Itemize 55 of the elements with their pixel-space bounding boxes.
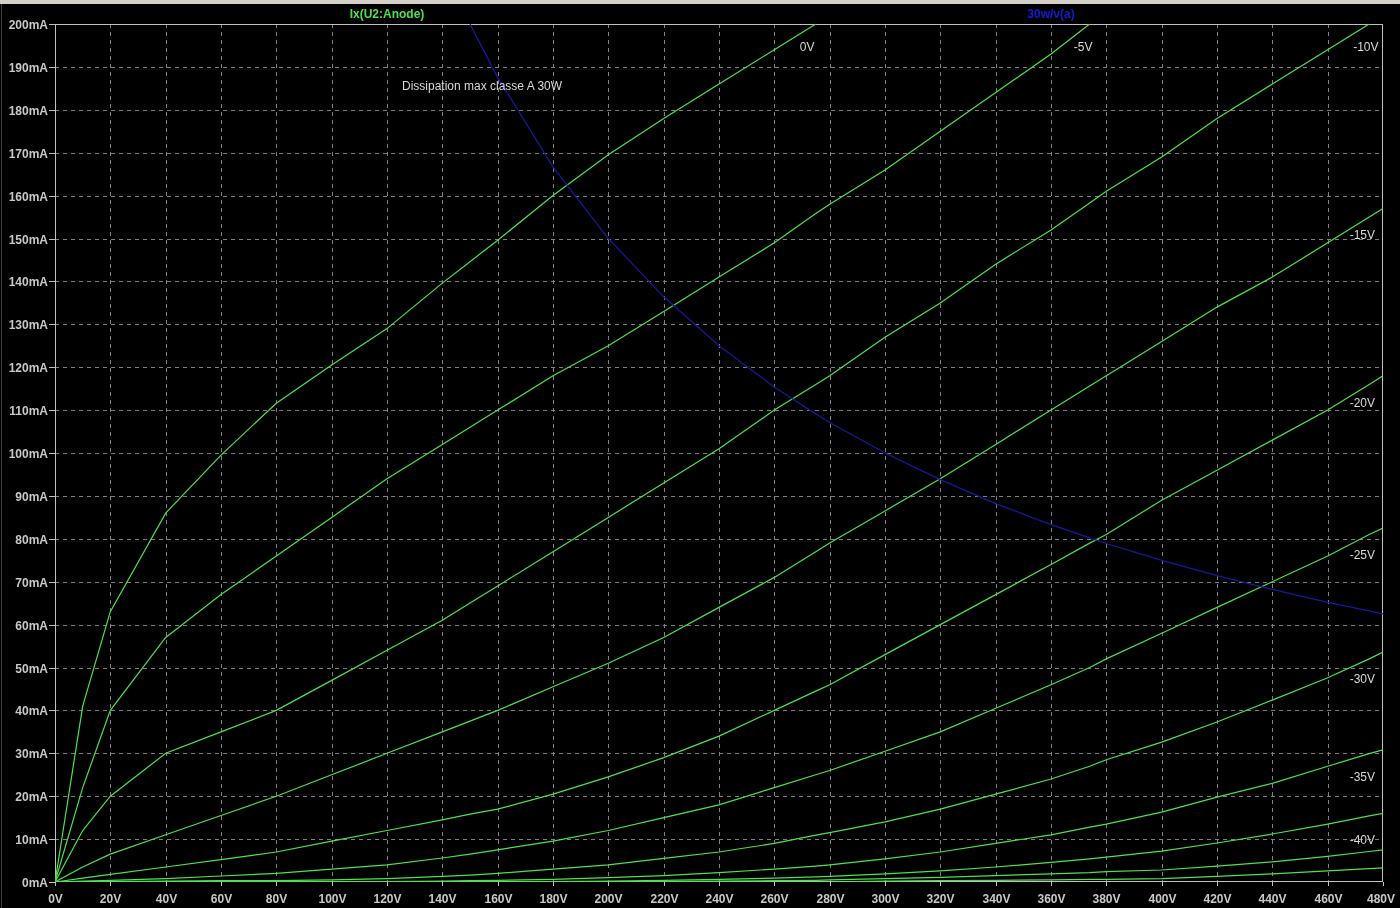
curve-label: -10V — [1353, 40, 1379, 54]
x-tick-label: 260V — [760, 892, 789, 906]
x-tick-label: 420V — [1203, 892, 1232, 906]
x-tick-label: 400V — [1148, 892, 1177, 906]
x-tick-label: 100V — [318, 892, 347, 906]
x-tick-label: 360V — [1037, 892, 1066, 906]
y-tick-label: 0mA — [22, 876, 48, 890]
x-tick-label: 200V — [594, 892, 623, 906]
curve-label: -20V — [1349, 395, 1375, 410]
curve-label: -30V — [1349, 672, 1375, 687]
y-tick-label: 150mA — [8, 233, 48, 247]
y-tick-label: 80mA — [15, 533, 48, 547]
curve-label: -40V — [1349, 833, 1375, 848]
x-tick-label: 460V — [1314, 892, 1343, 906]
curve-label: -25V — [1349, 548, 1375, 563]
y-tick-label: 100mA — [8, 447, 48, 461]
x-tick-label: 120V — [373, 892, 402, 906]
y-tick-label: 90mA — [15, 490, 48, 504]
y-tick-label: 60mA — [15, 619, 48, 633]
x-tick-label: 320V — [926, 892, 955, 906]
y-tick-label: 10mA — [15, 833, 48, 847]
y-tick-label: 180mA — [8, 104, 48, 118]
x-tick-label: 140V — [428, 892, 457, 906]
curve-label: -35V — [1349, 769, 1375, 784]
x-tick-label: 380V — [1092, 892, 1121, 906]
y-tick-label: 30mA — [15, 747, 48, 761]
y-tick-label: 110mA — [9, 404, 48, 418]
y-tick-label: 190mA — [8, 61, 48, 75]
x-tick-label: 240V — [705, 892, 734, 906]
y-tick-label: 160mA — [8, 190, 48, 204]
x-tick-label: 180V — [539, 892, 568, 906]
y-tick-label: 200mA — [8, 18, 48, 32]
y-tick-label: 50mA — [15, 662, 48, 676]
x-tick-label: 40V — [155, 892, 178, 906]
x-tick-label: 480V — [1367, 892, 1395, 906]
y-tick-label: 170mA — [8, 147, 48, 161]
x-tick-label: 300V — [871, 892, 900, 906]
y-tick-label: 20mA — [15, 790, 48, 804]
x-tick-label: 60V — [210, 892, 233, 906]
x-tick-label: 20V — [99, 892, 122, 906]
curve-label: -15V — [1349, 228, 1375, 243]
x-tick-label: 280V — [816, 892, 845, 906]
curve-label: -5V — [1073, 40, 1093, 54]
x-tick-label: 160V — [484, 892, 513, 906]
x-tick-label: 220V — [650, 892, 679, 906]
curve-label: 0V — [799, 40, 815, 54]
x-tick-label: 0V — [48, 892, 63, 906]
x-tick-label: 80V — [265, 892, 288, 906]
x-tick-label: 440V — [1258, 892, 1287, 906]
y-tick-label: 40mA — [15, 704, 48, 718]
y-tick-label: 70mA — [15, 576, 48, 590]
y-tick-label: 140mA — [8, 275, 48, 289]
y-tick-label: 130mA — [8, 318, 48, 332]
x-tick-label: 340V — [982, 892, 1011, 906]
y-tick-label: 120mA — [8, 361, 48, 375]
